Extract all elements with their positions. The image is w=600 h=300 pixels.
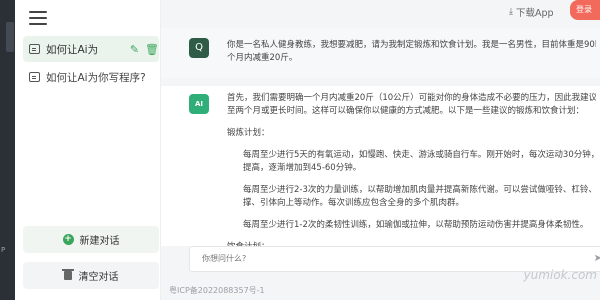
rail-item[interactable] [6,22,14,52]
conversation-label: 如何让Ai为你写程序? [46,71,146,84]
edit-icon[interactable]: ✎ [130,43,139,56]
ai-avatar-icon: AI [189,94,209,114]
user-message-text: 你是一名私人健身教练，我想要减肥，请为我制定锻炼和饮食计划。我是一名男性，目前体… [227,39,596,65]
conversation-item[interactable]: 如何让Ai为你写程序? [23,64,159,90]
answer-line: 每周至少进行2-3次的力量训练，以帮助增加肌肉量并提高新陈代谢。可以尝试做哑铃、… [243,185,596,208]
plus-icon: + [62,234,74,245]
answer-line: 每周至少进行1-2次的柔韧性训练，如瑜伽或拉伸，以帮助预防运动伤害并提高身体柔韧… [243,220,589,230]
clear-chat-label: 清空对话 [78,272,119,283]
chat-input[interactable] [200,253,584,264]
download-label: 下载App [515,8,554,19]
trash-icon [61,269,74,280]
message-line: 你是一名私人健身教练，我想要减肥，请为我制定锻炼和饮食计划。我是一名男性，目前体… [227,40,596,50]
new-chat-button[interactable]: + 新建对话 [23,226,159,253]
chat-main: ⤓ 下载App 登录 Q 你是一名私人健身教练，我想要减肥，请为我制定锻炼和饮食… [161,0,600,300]
topbar: ⤓ 下载App 登录 [161,0,600,24]
answer-line: 每周至少进行5天的有氧运动，如慢跑、快走、游泳或骑自行车。刚开始时，每次运动30… [243,150,596,173]
new-chat-label: 新建对话 [79,236,120,247]
conversation-label: 如何让Ai为 [46,43,99,56]
user-message: Q 你是一名私人健身教练，我想要减肥，请为我制定锻炼和饮食计划。我是一名男性，目… [161,28,600,78]
delete-icon[interactable]: 🗑 [145,43,159,56]
download-app-link[interactable]: ⤓ 下载App [509,5,554,19]
sidebar: 如何让Ai为 ✎ 🗑 如何让Ai为你写程序? + 新建对话 清空对话 [15,0,161,300]
conversation-item-active[interactable]: 如何让Ai为 ✎ 🗑 [23,36,159,62]
chat-icon [29,72,40,82]
send-icon[interactable]: ➤ [594,253,600,264]
assistant-message-text: 首先，我们需要明确一个月内减重20斤（10公斤）可能对你的身体造成不必要的压力，… [227,92,596,263]
message-line: 个月内减重20斤。 [227,53,298,63]
download-icon: ⤓ [509,7,513,17]
rail-text: P [1,246,6,254]
icp-footer[interactable]: 粤ICP备2022088357号-1 [169,285,265,296]
watermark: yumiok.com [523,268,597,282]
answer-line: 首先，我们需要明确一个月内减重20斤（10公斤）可能对你的身体造成不必要的压力，… [227,93,596,116]
menu-icon[interactable] [29,11,47,25]
answer-heading: 锻炼计划： [227,128,270,138]
clear-chat-button[interactable]: 清空对话 [23,262,159,289]
app-rail: P [0,0,15,300]
assistant-message: AI 首先，我们需要明确一个月内减重20斤（10公斤）可能对你的身体造成不必要的… [161,86,600,252]
user-avatar: Q [189,38,209,58]
chat-icon [29,44,40,54]
login-button[interactable]: 登录 [570,0,600,20]
